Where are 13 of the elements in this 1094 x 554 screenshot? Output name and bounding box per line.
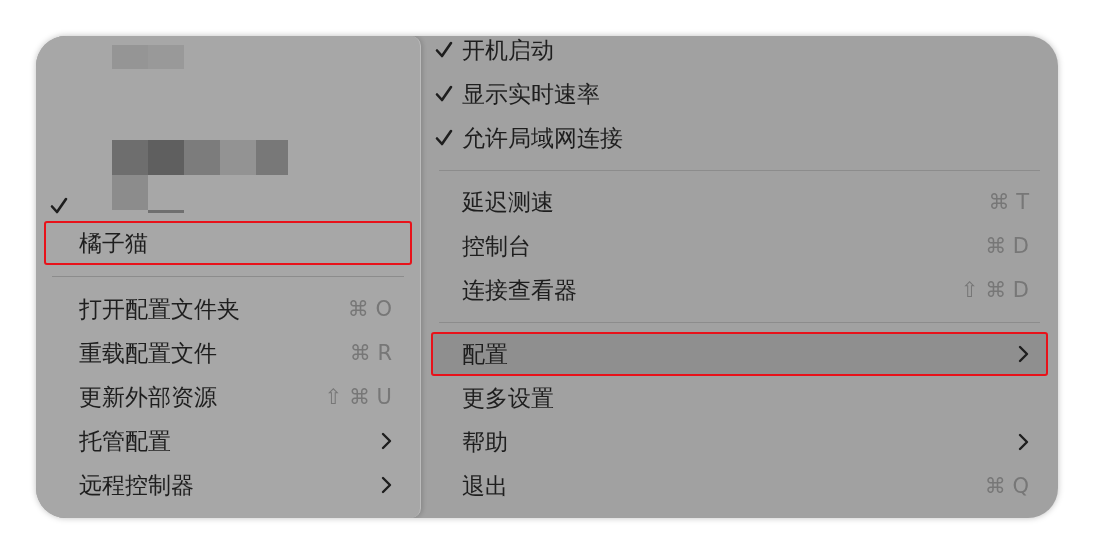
menu-item[interactable]: 显示实时速率 [431, 72, 1048, 116]
menu-item[interactable]: 配置 [431, 332, 1048, 376]
chevron-icon [1018, 345, 1029, 363]
chevron-icon [1018, 433, 1029, 451]
menu-item[interactable]: 开机启动 [431, 36, 1048, 72]
menu-item[interactable]: 允许局域网连接 [431, 116, 1048, 160]
menu-item[interactable]: 帮助 [431, 420, 1048, 464]
menu-item[interactable]: 远程控制器 [44, 463, 412, 507]
menu-item[interactable]: 更多设置 [431, 376, 1048, 420]
chevron-icon [381, 476, 392, 494]
menu-item[interactable]: 橘子猫 [44, 221, 412, 265]
chevron-icon [381, 432, 392, 450]
menu-item[interactable]: 托管配置 [44, 419, 412, 463]
